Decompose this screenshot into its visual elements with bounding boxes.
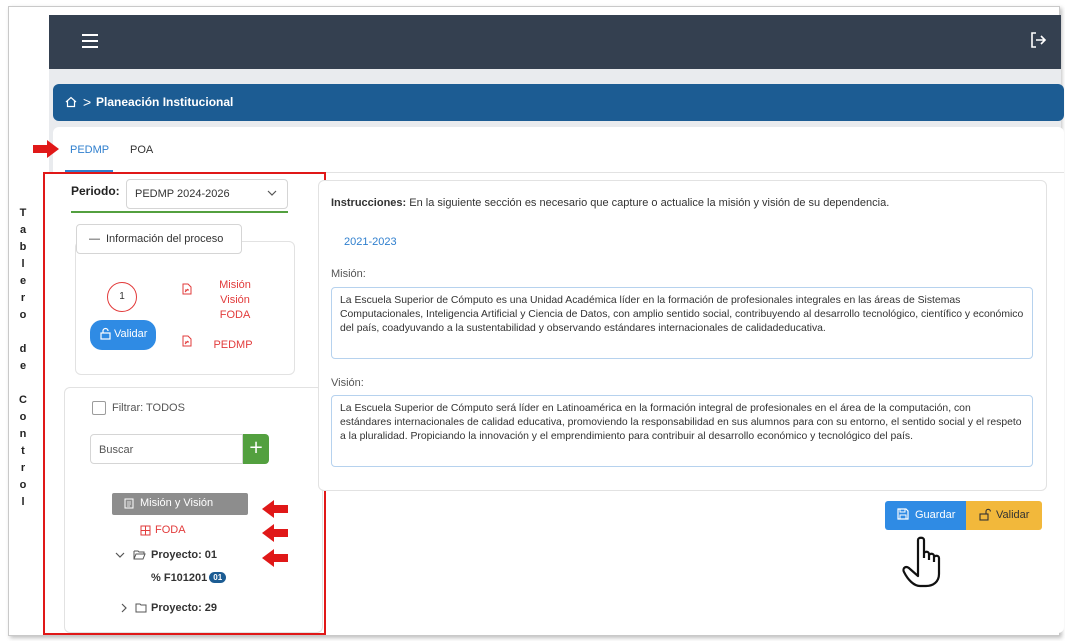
minus-icon: — xyxy=(89,233,100,245)
tree-item-label: F101201 xyxy=(163,572,208,584)
doc-pedmp-link[interactable]: PEDMP xyxy=(208,338,258,353)
year-link[interactable]: 2021-2023 xyxy=(344,236,397,248)
instructions-text: En la siguiente sección es necesario que… xyxy=(406,197,890,209)
mision-label: Misión: xyxy=(331,268,366,280)
count-badge: 01 xyxy=(209,572,227,583)
chevron-right-icon[interactable] xyxy=(120,603,128,613)
top-navbar xyxy=(49,15,1061,69)
tree-item-label: FODA xyxy=(155,524,186,536)
vision-textarea[interactable]: La Escuela Superior de Cómputo será líde… xyxy=(331,395,1033,467)
folder-open-icon xyxy=(133,550,146,560)
grid-icon xyxy=(140,525,151,536)
periodo-label: Periodo: xyxy=(71,184,120,198)
validar-process-label: Validar xyxy=(114,328,148,340)
validar-process-button[interactable]: Validar xyxy=(90,320,156,350)
validar-label: Validar xyxy=(996,509,1030,521)
red-arrow-icon xyxy=(33,140,59,158)
pointing-hand-icon xyxy=(902,536,941,588)
guardar-label: Guardar xyxy=(915,509,956,521)
periodo-select[interactable]: PEDMP 2024-2026 xyxy=(126,179,288,209)
side-label: Tab ler o d e C ont rol xyxy=(19,207,27,508)
red-arrow-icon xyxy=(262,549,288,567)
mision-textarea[interactable]: La Escuela Superior de Cómputo es una Un… xyxy=(331,287,1033,359)
lock-icon xyxy=(100,327,111,340)
periodo-underline xyxy=(71,211,288,213)
tree-item-proyecto-29[interactable]: Proyecto: 29 xyxy=(120,602,217,614)
tree-item-mision-vision[interactable]: Misión y Visión xyxy=(112,493,248,515)
folder-icon xyxy=(135,603,147,613)
chevron-down-icon[interactable] xyxy=(115,551,125,559)
periodo-value: PEDMP 2024-2026 xyxy=(135,188,230,200)
vision-label: Visión: xyxy=(331,377,364,389)
red-arrow-icon xyxy=(262,500,288,518)
breadcrumb: > Planeación Institucional xyxy=(53,84,1064,121)
info-process-label: Información del proceso xyxy=(106,233,224,245)
add-button[interactable]: + xyxy=(243,434,269,464)
instructions: Instrucciones: En la siguiente sección e… xyxy=(331,197,889,209)
tree-item-label: Proyecto: 29 xyxy=(151,602,218,614)
step-number: 1 xyxy=(107,282,137,312)
instructions-label: Instrucciones: xyxy=(331,197,407,209)
tree-item-f101201[interactable]: % F101201 01 xyxy=(151,572,227,584)
hamburger-icon[interactable] xyxy=(82,34,98,48)
percent-icon: % xyxy=(151,572,161,584)
tree-item-foda[interactable]: FODA xyxy=(140,524,186,536)
guardar-button[interactable]: Guardar xyxy=(885,501,966,530)
tree-item-label: Misión y Visión xyxy=(140,497,214,509)
tab-poa[interactable]: POA xyxy=(130,144,153,156)
breadcrumb-current[interactable]: Planeación Institucional xyxy=(96,95,233,109)
tree-item-label: Proyecto: 01 xyxy=(151,549,218,561)
red-arrow-icon xyxy=(262,524,288,542)
search-input[interactable]: Buscar xyxy=(90,434,243,464)
home-icon[interactable] xyxy=(65,96,77,108)
validar-button[interactable]: Validar xyxy=(966,501,1042,530)
unlock-icon xyxy=(979,508,991,521)
pdf-icon[interactable] xyxy=(182,283,192,295)
tab-pedmp[interactable]: PEDMP xyxy=(70,144,109,156)
info-process-button[interactable]: — Información del proceso xyxy=(76,224,242,254)
document-icon xyxy=(124,498,134,509)
mission-vision-panel: Instrucciones: En la siguiente sección e… xyxy=(318,180,1047,491)
breadcrumb-separator: > xyxy=(83,94,92,110)
logout-icon[interactable] xyxy=(1028,30,1048,50)
filter-label: Filtrar: TODOS xyxy=(112,402,185,414)
save-icon xyxy=(897,508,909,520)
filter-checkbox[interactable] xyxy=(92,401,106,415)
pdf-icon[interactable] xyxy=(182,335,192,347)
tree-item-proyecto-01[interactable]: Proyecto: 01 xyxy=(115,549,217,561)
doc-mision-vision-foda-link[interactable]: Misión Visión FODA xyxy=(207,278,263,323)
chevron-down-icon xyxy=(267,190,277,196)
